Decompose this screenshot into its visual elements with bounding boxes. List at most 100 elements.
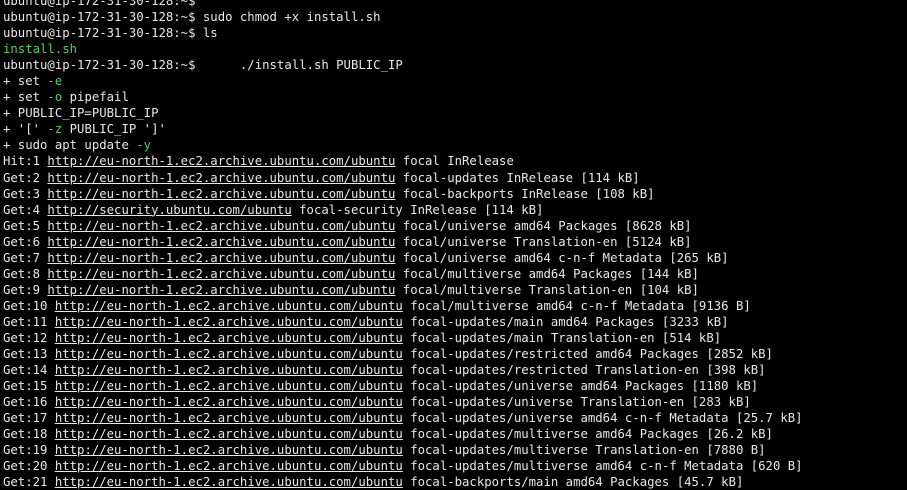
terminal-output[interactable]: ubuntu@ip-172-31-30-128:~$ ubuntu@ip-172-…	[0, 0, 907, 490]
terminal-text: Get:12	[3, 330, 55, 345]
terminal-text: focal/multiverse amd64 c-n-f Metadata [9…	[402, 298, 751, 313]
terminal-text: Get:17	[3, 411, 55, 426]
terminal-text: ubuntu@ip-172-31-30-128:~$	[3, 0, 196, 8]
repository-link[interactable]: http://eu-north-1.ec2.archive.ubuntu.com…	[47, 219, 395, 233]
terminal-text: focal-updates/main Translation-en [514 k…	[402, 330, 722, 345]
terminal-line: Get:17 http://eu-north-1.ec2.archive.ubu…	[3, 410, 907, 426]
terminal-text: focal-updates/universe amd64 Packages [1…	[402, 379, 759, 394]
terminal-text: + set	[3, 90, 48, 105]
terminal-line: Get:10 http://eu-north-1.ec2.archive.ubu…	[3, 298, 907, 314]
terminal-line: Get:18 http://eu-north-1.ec2.archive.ubu…	[3, 426, 907, 442]
terminal-text: Get:21	[3, 475, 55, 490]
terminal-line: Get:13 http://eu-north-1.ec2.archive.ubu…	[3, 346, 907, 362]
terminal-text: focal-security InRelease [114 kB]	[291, 202, 544, 217]
terminal-text: ubuntu@ip-172-31-30-128:~$ ls	[3, 26, 218, 41]
terminal-text: focal-updates InRelease [114 kB]	[395, 170, 640, 185]
terminal-line: Get:12 http://eu-north-1.ec2.archive.ubu…	[3, 330, 907, 346]
repository-link[interactable]: http://eu-north-1.ec2.archive.ubuntu.com…	[47, 235, 395, 249]
terminal-line: Get:3 http://eu-north-1.ec2.archive.ubun…	[3, 186, 907, 202]
terminal-line: Get:21 http://eu-north-1.ec2.archive.ubu…	[3, 474, 907, 490]
terminal-text: focal/universe Translation-en [5124 kB]	[395, 234, 692, 249]
highlighted-text: -y	[136, 138, 152, 153]
terminal-text: focal-backports/main amd64 Packages [45.…	[402, 475, 744, 490]
terminal-text: focal/multiverse Translation-en [104 kB]	[395, 282, 699, 297]
terminal-line: Get:11 http://eu-north-1.ec2.archive.ubu…	[3, 314, 907, 330]
highlighted-text: -e	[47, 74, 63, 89]
terminal-text: ubuntu@ip-172-31-30-128:~$ ./install.sh …	[3, 58, 403, 73]
terminal-text: focal/universe amd64 Packages [8628 kB]	[395, 218, 692, 233]
terminal-line: + PUBLIC_IP=PUBLIC_IP	[3, 105, 907, 121]
terminal-text: focal-updates/multiverse amd64 c-n-f Met…	[402, 459, 803, 474]
terminal-line: Get:5 http://eu-north-1.ec2.archive.ubun…	[3, 218, 907, 234]
terminal-line: Get:9 http://eu-north-1.ec2.archive.ubun…	[3, 282, 907, 298]
repository-link[interactable]: http://eu-north-1.ec2.archive.ubuntu.com…	[55, 443, 403, 457]
terminal-line: Hit:1 http://eu-north-1.ec2.archive.ubun…	[3, 153, 907, 169]
terminal-text: Get:16	[3, 395, 55, 410]
terminal-text: + '['	[3, 122, 48, 137]
repository-link[interactable]: http://eu-north-1.ec2.archive.ubuntu.com…	[47, 154, 395, 168]
repository-link[interactable]: http://eu-north-1.ec2.archive.ubuntu.com…	[47, 283, 395, 297]
repository-link[interactable]: http://eu-north-1.ec2.archive.ubuntu.com…	[47, 171, 395, 185]
terminal-text: Get:10	[3, 298, 55, 313]
terminal-text: focal-updates/multiverse amd64 Packages …	[402, 427, 773, 442]
terminal-text: focal-updates/restricted Translation-en …	[402, 363, 766, 378]
terminal-text: focal-updates/main amd64 Packages [3233 …	[402, 314, 729, 329]
repository-link[interactable]: http://eu-north-1.ec2.archive.ubuntu.com…	[55, 411, 403, 425]
terminal-text: Get:7	[3, 250, 48, 265]
repository-link[interactable]: http://eu-north-1.ec2.archive.ubuntu.com…	[55, 363, 403, 377]
terminal-text: focal-updates/universe Translation-en [2…	[402, 395, 751, 410]
repository-link[interactable]: http://eu-north-1.ec2.archive.ubuntu.com…	[55, 315, 403, 329]
terminal-line: Get:4 http://security.ubuntu.com/ubuntu …	[3, 202, 907, 218]
repository-link[interactable]: http://eu-north-1.ec2.archive.ubuntu.com…	[55, 395, 403, 409]
terminal-line: + sudo apt update -y	[3, 137, 907, 153]
terminal-line: ubuntu@ip-172-31-30-128:~$ ./install.sh …	[3, 57, 907, 73]
terminal-line: Get:6 http://eu-north-1.ec2.archive.ubun…	[3, 234, 907, 250]
terminal-text: Get:14	[3, 363, 55, 378]
terminal-line: + set -o pipefail	[3, 89, 907, 105]
terminal-text: PUBLIC_IP ']'	[62, 122, 166, 137]
repository-link[interactable]: http://eu-north-1.ec2.archive.ubuntu.com…	[47, 251, 395, 265]
terminal-text: Get:15	[3, 379, 55, 394]
terminal-line: ubuntu@ip-172-31-30-128:~$ sudo chmod +x…	[3, 9, 907, 25]
terminal-text: Get:19	[3, 443, 55, 458]
terminal-text: focal InRelease	[395, 154, 514, 169]
terminal-text: Get:20	[3, 459, 55, 474]
terminal-line: ubuntu@ip-172-31-30-128:~$ ls	[3, 25, 907, 41]
repository-link[interactable]: http://eu-north-1.ec2.archive.ubuntu.com…	[55, 331, 403, 345]
terminal-text: + sudo apt update	[3, 138, 137, 153]
terminal-line: Get:15 http://eu-north-1.ec2.archive.ubu…	[3, 378, 907, 394]
repository-link[interactable]: http://eu-north-1.ec2.archive.ubuntu.com…	[55, 347, 403, 361]
terminal-text: focal-updates/restricted amd64 Packages …	[402, 347, 773, 362]
terminal-line: ubuntu@ip-172-31-30-128:~$	[3, 0, 907, 9]
terminal-line: Get:8 http://eu-north-1.ec2.archive.ubun…	[3, 266, 907, 282]
repository-link[interactable]: http://eu-north-1.ec2.archive.ubuntu.com…	[55, 459, 403, 473]
highlighted-text: -o	[47, 90, 63, 105]
repository-link[interactable]: http://eu-north-1.ec2.archive.ubuntu.com…	[55, 475, 403, 489]
terminal-line: + '[' -z PUBLIC_IP ']'	[3, 121, 907, 137]
terminal-text: focal-backports InRelease [108 kB]	[395, 186, 655, 201]
repository-link[interactable]: http://eu-north-1.ec2.archive.ubuntu.com…	[47, 267, 395, 281]
terminal-text: + set	[3, 74, 48, 89]
terminal-text: Get:8	[3, 266, 48, 281]
terminal-text: Get:6	[3, 234, 48, 249]
repository-link[interactable]: http://eu-north-1.ec2.archive.ubuntu.com…	[47, 187, 395, 201]
terminal-text: ubuntu@ip-172-31-30-128:~$ sudo chmod +x…	[3, 10, 381, 25]
terminal-text: Get:3	[3, 186, 48, 201]
highlighted-text: install.sh	[3, 42, 78, 57]
terminal-text: pipefail	[62, 90, 129, 105]
terminal-text: + PUBLIC_IP=PUBLIC_IP	[3, 106, 159, 121]
terminal-line: Get:20 http://eu-north-1.ec2.archive.ubu…	[3, 458, 907, 474]
terminal-text: focal/universe amd64 c-n-f Metadata [265…	[395, 250, 729, 265]
repository-link[interactable]: http://security.ubuntu.com/ubuntu	[47, 203, 291, 217]
terminal-text: Get:11	[3, 314, 55, 329]
terminal-text: Get:9	[3, 282, 48, 297]
repository-link[interactable]: http://eu-north-1.ec2.archive.ubuntu.com…	[55, 379, 403, 393]
terminal-text: Hit:1	[3, 154, 48, 169]
terminal-text: focal/multiverse amd64 Packages [144 kB]	[395, 266, 699, 281]
terminal-text: Get:2	[3, 170, 48, 185]
terminal-text: Get:5	[3, 218, 48, 233]
terminal-line: Get:14 http://eu-north-1.ec2.archive.ubu…	[3, 362, 907, 378]
terminal-line: Get:2 http://eu-north-1.ec2.archive.ubun…	[3, 170, 907, 186]
repository-link[interactable]: http://eu-north-1.ec2.archive.ubuntu.com…	[55, 299, 403, 313]
repository-link[interactable]: http://eu-north-1.ec2.archive.ubuntu.com…	[55, 427, 403, 441]
